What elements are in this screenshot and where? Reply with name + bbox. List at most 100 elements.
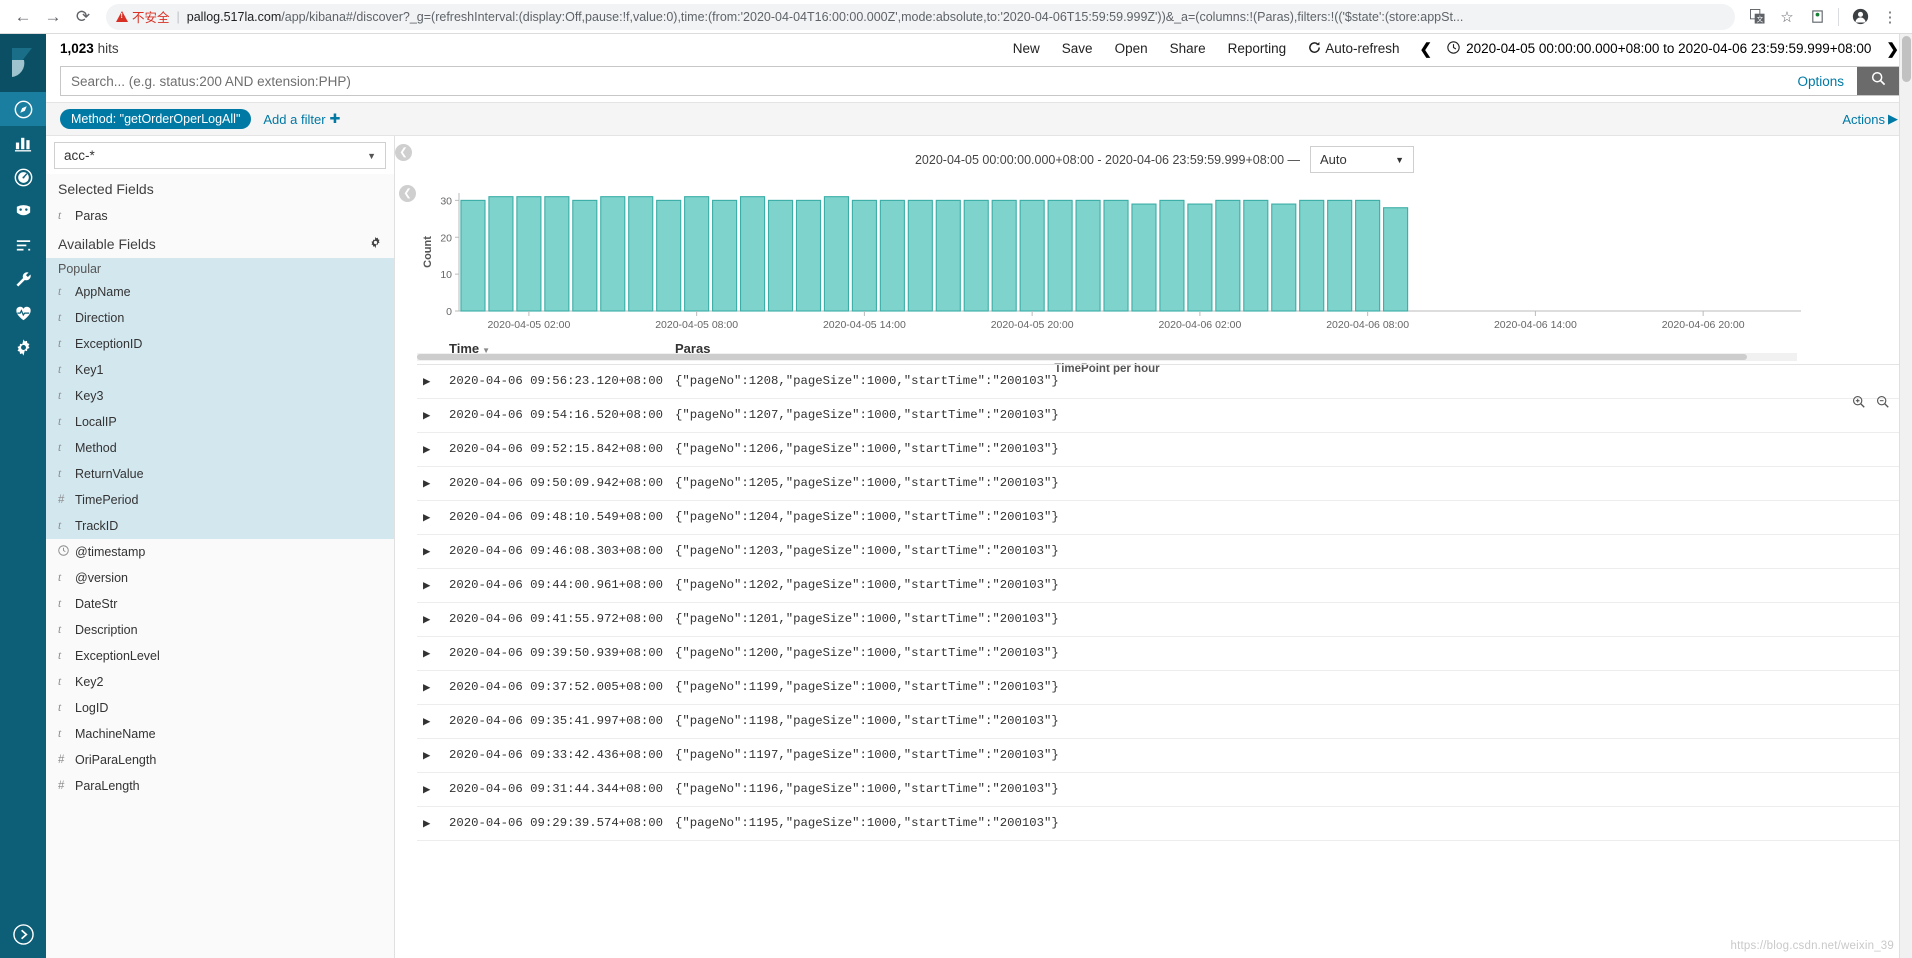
field-item-machinename[interactable]: t MachineName: [46, 721, 394, 747]
menu-open[interactable]: Open: [1104, 41, 1159, 56]
expand-row-button[interactable]: ▶: [417, 364, 443, 399]
column-header-paras[interactable]: Paras: [669, 337, 1912, 365]
field-item-timeperiod[interactable]: # TimePeriod: [46, 487, 394, 513]
sidebar-item-timelion[interactable]: [0, 194, 46, 228]
expand-row-button[interactable]: ▶: [417, 670, 443, 705]
nav-collapse-button[interactable]: [0, 924, 46, 950]
histogram-chart[interactable]: ❮ 0 10 20 30 Count 2020-04-05 02:00 2020-04-05…: [399, 181, 1912, 375]
kibana-logo[interactable]: [0, 34, 46, 92]
field-item-paralength[interactable]: # ParaLength: [46, 773, 394, 799]
menu-save[interactable]: Save: [1051, 41, 1104, 56]
table-row[interactable]: ▶ 2020-04-06 09:37:52.005+08:00 {"pageNo":…: [417, 670, 1912, 705]
field-item-version[interactable]: t @version: [46, 565, 394, 591]
table-row[interactable]: ▶ 2020-04-06 09:48:10.549+08:00 {"pageNo":…: [417, 500, 1912, 535]
profile-icon[interactable]: [1846, 3, 1874, 31]
search-input[interactable]: [61, 67, 1785, 95]
address-bar[interactable]: 不安全 | pallog.517la.com/app/kibana#/disco…: [106, 3, 1735, 30]
forward-button[interactable]: →: [38, 3, 68, 31]
field-item-logid[interactable]: t LogID: [46, 695, 394, 721]
expand-row-button[interactable]: ▶: [417, 568, 443, 603]
options-button[interactable]: Options: [1784, 67, 1857, 95]
table-row[interactable]: ▶ 2020-04-06 09:54:16.520+08:00 {"pageNo":…: [417, 398, 1912, 433]
field-item-method[interactable]: t Method: [46, 435, 394, 461]
zoom-out-icon[interactable]: [1876, 395, 1890, 412]
security-warning[interactable]: 不安全: [116, 7, 170, 26]
field-item-exceptionlevel[interactable]: t ExceptionLevel: [46, 643, 394, 669]
field-item-key1[interactable]: t Key1: [46, 357, 394, 383]
table-row[interactable]: ▶ 2020-04-06 09:56:23.120+08:00 {"pageNo":…: [417, 364, 1912, 399]
expand-row-button[interactable]: ▶: [417, 534, 443, 569]
translate-icon[interactable]: 文: [1743, 3, 1771, 31]
sidebar-item-apm[interactable]: [0, 228, 46, 262]
zoom-in-icon[interactable]: [1852, 395, 1866, 412]
table-row[interactable]: ▶ 2020-04-06 09:46:08.303+08:00 {"pageNo":…: [417, 534, 1912, 569]
expand-row-button[interactable]: ▶: [417, 772, 443, 807]
back-button[interactable]: ←: [8, 3, 38, 31]
field-item-timestamp[interactable]: @timestamp: [46, 539, 394, 565]
field-item-returnvalue[interactable]: t ReturnValue: [46, 461, 394, 487]
sidebar-collapse-button[interactable]: ❮: [395, 144, 412, 161]
column-header-time[interactable]: Time ▼: [443, 337, 670, 365]
table-row[interactable]: ▶ 2020-04-06 09:41:55.972+08:00 {"pageNo":…: [417, 602, 1912, 637]
sidebar-item-discover[interactable]: [0, 92, 46, 126]
table-row[interactable]: ▶ 2020-04-06 09:33:42.436+08:00 {"pageNo":…: [417, 738, 1912, 773]
sidebar-item-dashboard[interactable]: [0, 160, 46, 194]
sidebar-item-management[interactable]: [0, 330, 46, 364]
topbar-menu: New Save Open Share Reporting Auto-refre…: [1002, 40, 1912, 58]
field-item-description[interactable]: t Description: [46, 617, 394, 643]
table-row[interactable]: ▶ 2020-04-06 09:39:50.939+08:00 {"pageNo":…: [417, 636, 1912, 671]
expand-row-button[interactable]: ▶: [417, 704, 443, 739]
expand-row-button[interactable]: ▶: [417, 432, 443, 467]
sidebar-item-devtools[interactable]: [0, 262, 46, 296]
menu-reporting[interactable]: Reporting: [1217, 41, 1298, 56]
menu-share[interactable]: Share: [1159, 41, 1217, 56]
svg-text:2020-04-06 02:00: 2020-04-06 02:00: [1158, 319, 1241, 331]
time-prev-button[interactable]: ❮: [1410, 40, 1441, 58]
field-item-key2[interactable]: t Key2: [46, 669, 394, 695]
interval-select[interactable]: Auto ▼: [1310, 146, 1415, 173]
reload-button[interactable]: ⟳: [68, 3, 98, 31]
field-name: TrackID: [75, 519, 119, 533]
field-item-localip[interactable]: t LocalIP: [46, 409, 394, 435]
gear-icon[interactable]: [369, 236, 382, 252]
cell-paras: {"pageNo":1197,"pageSize":1000,"startTim…: [669, 738, 1912, 773]
field-item-datestr[interactable]: t DateStr: [46, 591, 394, 617]
actions-button[interactable]: Actions ▶: [1842, 111, 1898, 127]
extension-icon[interactable]: [1803, 3, 1831, 31]
star-icon[interactable]: ☆: [1773, 3, 1801, 31]
sidebar-item-visualize[interactable]: [0, 126, 46, 160]
field-item-key3[interactable]: t Key3: [46, 383, 394, 409]
add-filter-button[interactable]: Add a filter ✚: [263, 111, 340, 127]
index-pattern-select[interactable]: acc-* ▼: [54, 142, 386, 169]
page-vscrollbar[interactable]: [1899, 34, 1912, 958]
table-row[interactable]: ▶ 2020-04-06 09:44:00.961+08:00 {"pageNo":…: [417, 568, 1912, 603]
field-name: OriParaLength: [75, 753, 157, 767]
table-row[interactable]: ▶ 2020-04-06 09:50:09.942+08:00 {"pageNo":…: [417, 466, 1912, 501]
expand-row-button[interactable]: ▶: [417, 602, 443, 637]
filter-pill-method[interactable]: Method: "getOrderOperLogAll": [60, 109, 252, 129]
field-item-trackid[interactable]: t TrackID: [46, 513, 394, 539]
table-row[interactable]: ▶ 2020-04-06 09:31:44.344+08:00 {"pageNo":…: [417, 772, 1912, 807]
field-item-oriparalength[interactable]: # OriParaLength: [46, 747, 394, 773]
sort-desc-icon[interactable]: ▼: [482, 346, 490, 355]
search-submit-button[interactable]: [1857, 67, 1899, 95]
expand-row-button[interactable]: ▶: [417, 466, 443, 501]
expand-row-button[interactable]: ▶: [417, 636, 443, 671]
menu-icon[interactable]: ⋮: [1876, 3, 1904, 31]
expand-row-button[interactable]: ▶: [417, 500, 443, 535]
table-row[interactable]: ▶ 2020-04-06 09:52:15.842+08:00 {"pageNo":…: [417, 432, 1912, 467]
expand-row-button[interactable]: ▶: [417, 398, 443, 433]
auto-refresh-button[interactable]: Auto-refresh: [1297, 41, 1410, 57]
expand-row-button[interactable]: ▶: [417, 806, 443, 841]
table-row[interactable]: ▶ 2020-04-06 09:35:41.997+08:00 {"pageNo":…: [417, 704, 1912, 739]
expand-row-button[interactable]: ▶: [417, 738, 443, 773]
menu-new[interactable]: New: [1002, 41, 1051, 56]
chart-collapse-button[interactable]: ❮: [399, 185, 416, 202]
field-item-exceptionid[interactable]: t ExceptionID: [46, 331, 394, 357]
sidebar-item-monitoring[interactable]: [0, 296, 46, 330]
table-row[interactable]: ▶ 2020-04-06 09:29:39.574+08:00 {"pageNo":…: [417, 806, 1912, 841]
time-range-picker[interactable]: 2020-04-05 00:00:00.000+08:00 to 2020-04…: [1441, 40, 1877, 57]
field-item-appname[interactable]: t AppName: [46, 279, 394, 305]
field-item-direction[interactable]: t Direction: [46, 305, 394, 331]
field-item-paras[interactable]: t Paras: [46, 203, 394, 229]
